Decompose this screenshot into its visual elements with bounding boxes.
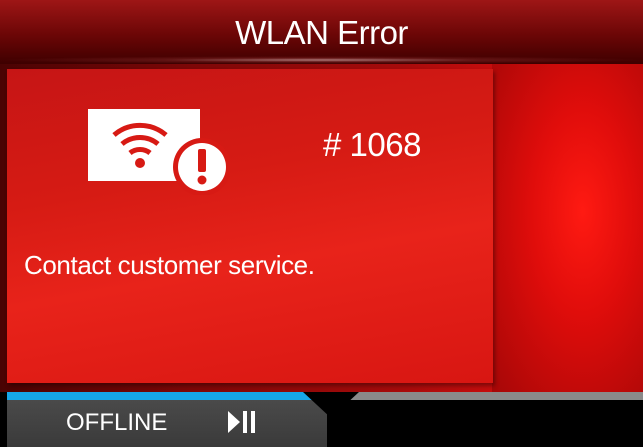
error-code: # 1068 xyxy=(323,126,421,163)
title-underline xyxy=(0,56,643,64)
pointer-arrow-icon xyxy=(303,392,359,418)
wlan-warning-icon xyxy=(88,109,230,195)
status-bar: OFFLINE xyxy=(0,392,643,447)
mode-label[interactable]: OFFLINE xyxy=(66,409,167,437)
title-bar: WLAN Error xyxy=(0,0,643,64)
status-progress-track xyxy=(338,392,643,400)
page-title: WLAN Error xyxy=(235,14,408,51)
status-progress-bar xyxy=(7,392,322,400)
play-pause-icon[interactable] xyxy=(228,409,258,435)
error-message: Contact customer service. xyxy=(24,250,315,280)
side-panel xyxy=(492,64,643,392)
printer-display: WLAN Error # 1068 Contact customer servi… xyxy=(0,0,643,447)
error-card xyxy=(7,69,493,383)
